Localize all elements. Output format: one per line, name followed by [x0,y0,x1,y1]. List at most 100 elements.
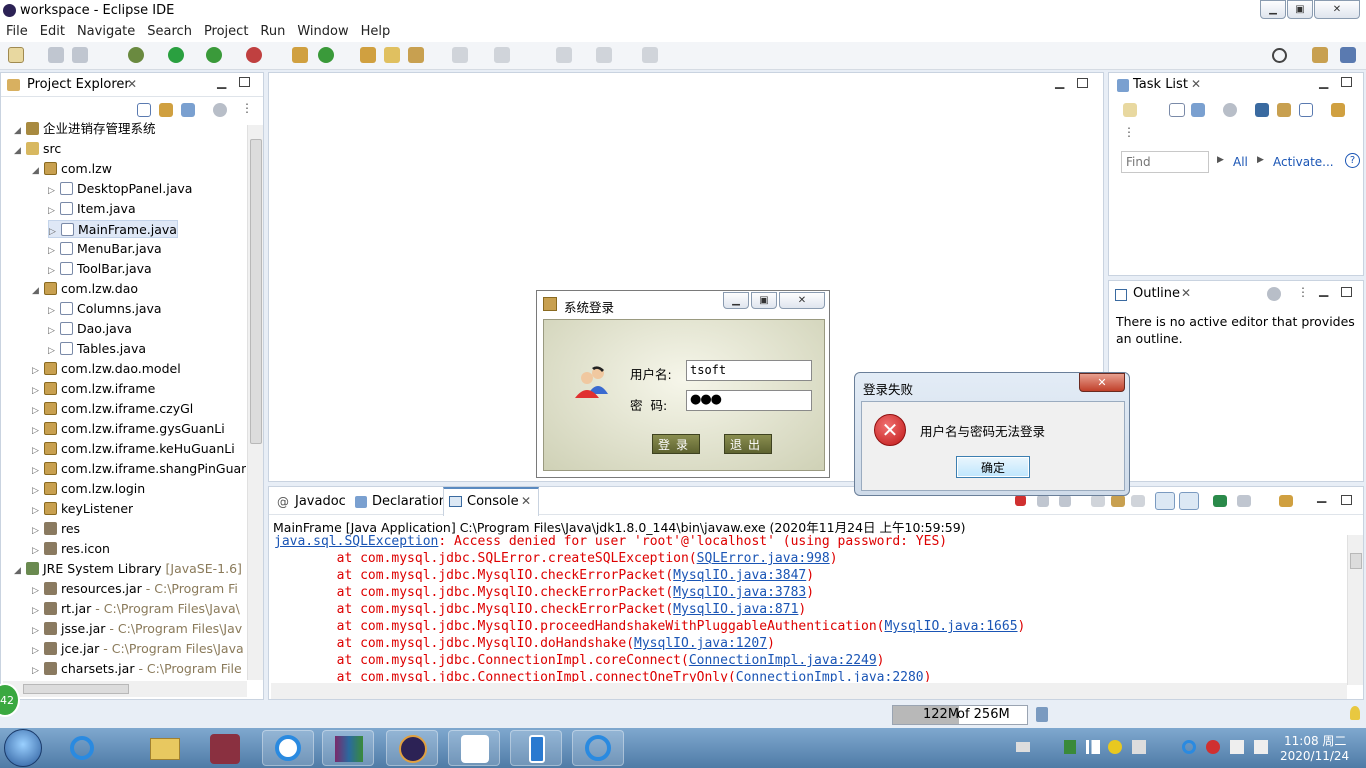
java-perspective-icon[interactable] [1340,47,1356,63]
console-minimize-icon[interactable]: ▁ [1317,489,1326,503]
close-outline-tab-icon[interactable]: ✕ [1181,286,1191,300]
open-folder-icon[interactable] [384,47,400,63]
tree-toggle-icon[interactable]: ▷ [48,342,60,358]
tree-toggle-icon[interactable]: ▷ [48,242,60,258]
console-link[interactable]: MysqlIO.java:3847 [673,568,806,583]
tasklist-more-icon[interactable]: ⋮ [1123,125,1135,139]
tree-toggle-icon[interactable]: ◢ [14,122,26,138]
tip-bulb-icon[interactable] [1350,706,1360,720]
tree-toggle-icon[interactable]: ▷ [32,362,44,378]
taskbar-java-icon[interactable] [448,730,500,766]
tree-item[interactable]: ▷ com.lzw.iframe.shangPinGuan [32,460,246,478]
tree-toggle-icon[interactable]: ▷ [32,502,44,518]
pin-editor-icon[interactable] [642,47,658,63]
heap-status[interactable]: 122M of 256M [892,705,1028,725]
close-task-tab-icon[interactable]: ✕ [1191,77,1201,91]
tree-toggle-icon[interactable]: ◢ [32,162,44,178]
link-editor-icon[interactable] [159,103,173,117]
console-link[interactable]: MysqlIO.java:3783 [673,585,806,600]
password-input[interactable]: ●●● [686,390,812,411]
scheduled-icon[interactable] [1191,103,1205,117]
prev-annotation-icon[interactable] [494,47,510,63]
tree-item[interactable]: ▷ resources.jar - C:\Program Fi [32,580,238,598]
outline-more-icon[interactable]: ⋮ [1297,285,1309,299]
tree-item[interactable]: ▷ res [32,520,80,538]
back-icon[interactable] [556,47,572,63]
scroll-lock-icon[interactable] [1111,495,1125,507]
login-minimize-button[interactable]: ▁ [723,292,749,309]
new-task-icon[interactable] [1123,103,1137,117]
tree-toggle-icon[interactable]: ▷ [49,223,61,237]
task-activate-link[interactable]: Activate... [1273,155,1334,169]
search-tool-icon[interactable] [408,47,424,63]
tab-outline[interactable]: Outline [1133,286,1180,301]
tree-item[interactable]: ◢ 企业进销存管理系统 [14,120,156,138]
menu-navigate[interactable]: Navigate [71,22,141,42]
tree-item[interactable]: ▷ com.lzw.iframe.gysGuanLi [32,420,225,438]
tray-volume-icon[interactable] [1132,740,1146,754]
gc-trash-icon[interactable] [1036,707,1048,722]
tab-declaration[interactable]: Declaration [372,494,447,509]
forward-icon[interactable] [596,47,612,63]
new-icon[interactable] [8,47,24,63]
tree-item[interactable]: ▷ jsse.jar - C:\Program Files\Jav [32,620,242,638]
coverage-icon[interactable] [206,47,222,63]
tree-item[interactable]: ▷ com.lzw.iframe.keHuGuanLi [32,440,235,458]
perspective-icon[interactable] [1312,47,1328,63]
save-icon[interactable] [48,47,64,63]
taskbar-ie2-icon[interactable] [262,730,314,766]
tray-weibo-icon[interactable] [1206,740,1220,754]
tray-chat-icon[interactable] [1230,740,1244,754]
tree-item[interactable]: ▷ MainFrame.java [48,220,178,238]
tray-keyboard-icon[interactable] [1016,742,1030,752]
tab-console[interactable]: Console [467,494,519,509]
tree-item[interactable]: ▷ MenuBar.java [48,240,162,258]
console-hscrollbar[interactable] [271,683,1347,699]
taskbar-ie3-icon[interactable] [572,730,624,766]
clock-date[interactable]: 2020/11/24 [1280,749,1349,763]
filter-icon[interactable] [181,103,195,117]
console-maximize-icon[interactable] [1341,495,1352,505]
new-class-icon[interactable] [318,47,334,63]
taskbar-explorer-icon[interactable] [140,730,192,766]
tab-task-list[interactable]: Task List [1133,77,1188,92]
tree-item[interactable]: ▷ Item.java [48,200,136,218]
tree-toggle-icon[interactable]: ◢ [32,282,44,298]
tree-toggle-icon[interactable]: ▷ [32,462,44,478]
tray-security-icon[interactable] [1064,740,1076,754]
outline-minimize-icon[interactable]: ▁ [1319,283,1328,297]
minimize-view-icon[interactable]: ▁ [217,75,226,89]
task-all-link[interactable]: All [1233,155,1248,169]
tree-item[interactable]: ▷ com.lzw.iframe [32,380,155,398]
taskbar-winrar-icon[interactable] [322,730,374,766]
collapse-tasks-icon[interactable] [1299,103,1313,117]
close-button[interactable]: ✕ [1314,0,1360,19]
tree-toggle-icon[interactable]: ▷ [32,622,44,638]
display-console-icon[interactable] [1237,495,1251,507]
tree-item[interactable]: ▷ keyListener [32,500,133,518]
tree-toggle-icon[interactable]: ▷ [32,662,44,678]
tree-toggle-icon[interactable]: ▷ [48,182,60,198]
console-link[interactable]: MysqlIO.java:1665 [884,619,1017,634]
remove-launch-icon[interactable] [1037,495,1049,507]
explorer-scrollbar[interactable] [247,125,263,680]
outline-maximize-icon[interactable] [1341,287,1352,297]
external-tools-icon[interactable] [246,47,262,63]
view-menu-icon[interactable] [213,103,227,117]
tree-toggle-icon[interactable]: ▷ [32,642,44,658]
error-close-button[interactable]: ✕ [1079,373,1125,392]
console-link[interactable]: MysqlIO.java:871 [673,602,798,617]
tree-toggle-icon[interactable]: ▷ [32,382,44,398]
tree-toggle-icon[interactable]: ▷ [32,422,44,438]
tree-toggle-icon[interactable]: ◢ [14,562,26,578]
tray-addon-icon[interactable] [1108,740,1122,754]
tree-item[interactable]: ▷ charsets.jar - C:\Program File [32,660,242,678]
menu-project[interactable]: Project [198,22,254,42]
categorized-icon[interactable] [1169,103,1185,117]
collapse-all-icon[interactable] [137,103,151,117]
editor-maximize-icon[interactable] [1077,78,1088,88]
taskbar-ie-icon[interactable] [56,730,108,766]
tree-toggle-icon[interactable]: ▷ [48,262,60,278]
tasklist-maximize-icon[interactable] [1341,77,1352,87]
tree-item[interactable]: ▷ com.lzw.dao.model [32,360,181,378]
